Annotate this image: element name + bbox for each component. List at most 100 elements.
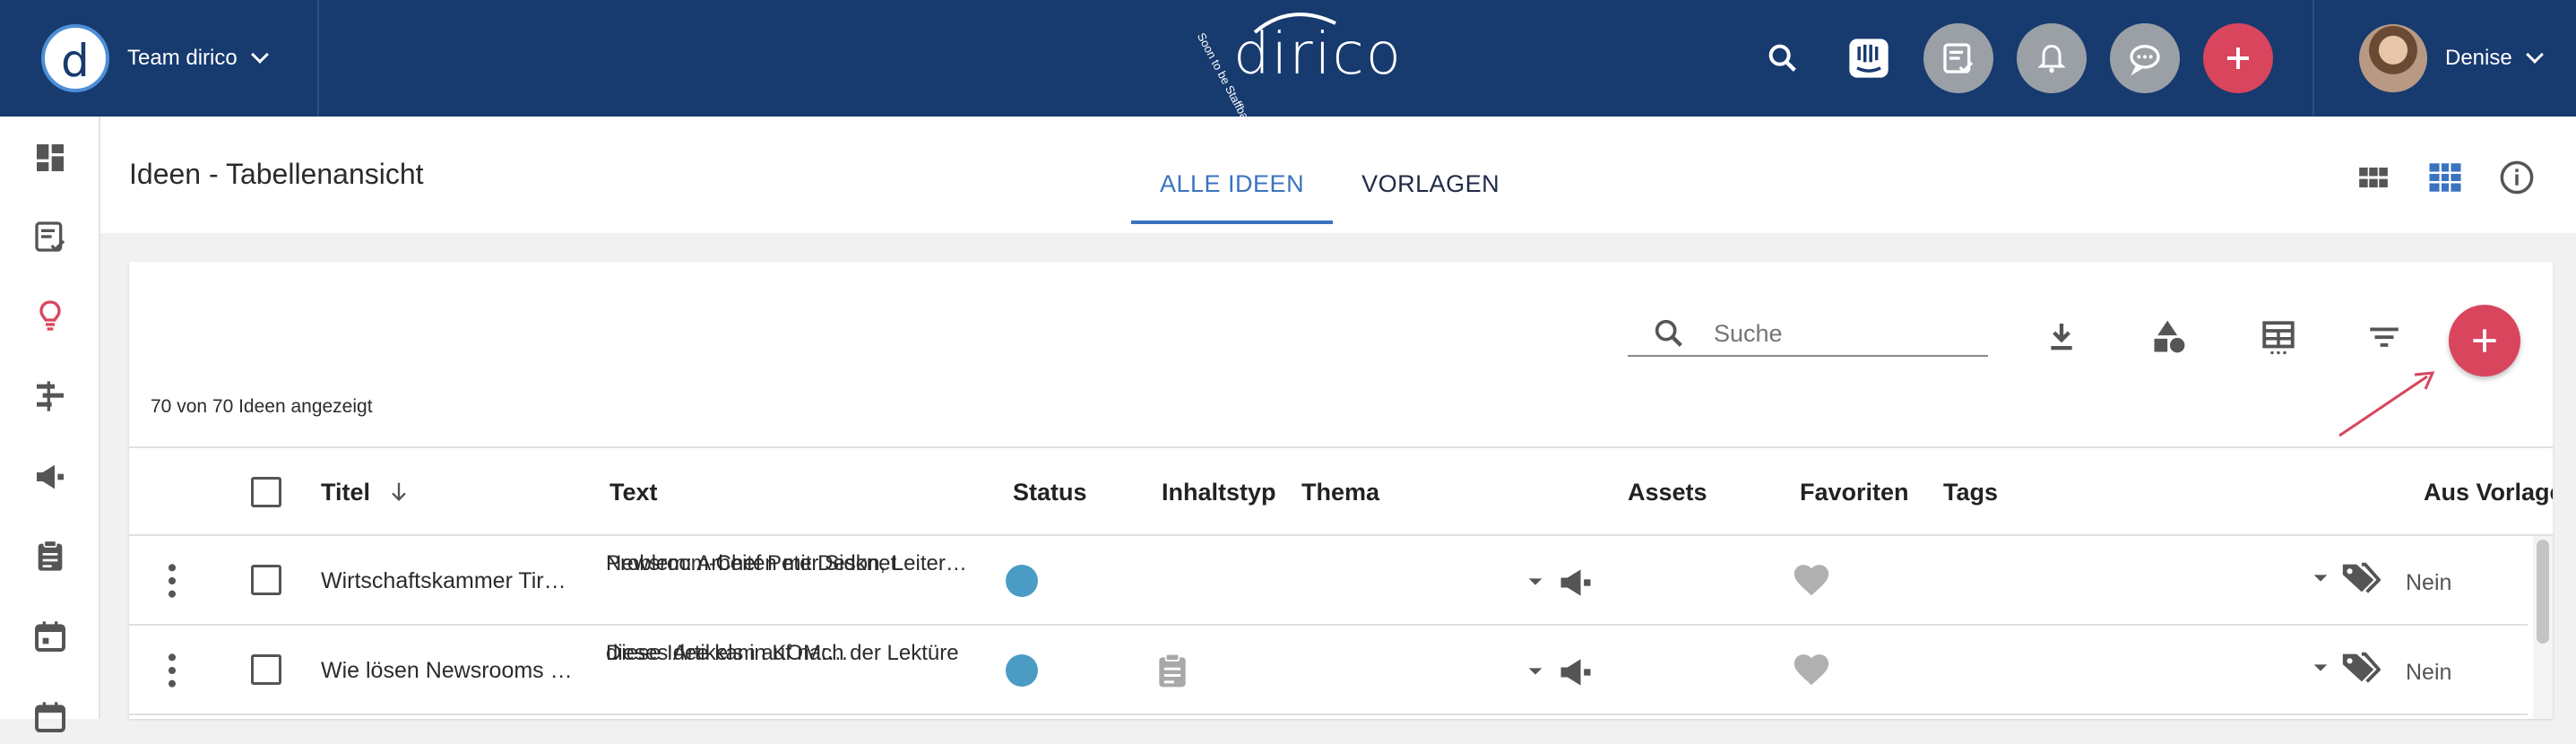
column-header-content-type[interactable]: Inhaltstyp [1162,479,1276,506]
team-switcher[interactable]: d Team dirico [0,0,319,117]
tasks-button[interactable] [1923,23,1993,93]
calendar-icon [35,702,65,732]
arrow-down-icon [391,482,406,501]
row-text-line-2: Newsroom-Chef Peter Sidon, Leiter… [606,551,967,575]
search-input[interactable] [1714,319,1983,348]
brand-name: dirico [1233,22,1403,88]
table-row[interactable]: Wirtschaftskammer Tir… Problem: Arbeiten… [129,536,2528,626]
sidebar-item-ideas[interactable] [0,289,100,342]
result-count: 70 von 70 Ideen angezeigt [151,396,373,417]
annotation-arrow-icon [2338,371,2435,437]
table-header: Titel Text Status Inhaltstyp Thema Asset… [129,446,2553,536]
row-checkbox[interactable] [251,565,281,595]
avatar [2359,24,2427,92]
ideas-table-card: 70 von 70 Ideen angezeigt Titel Text Sta… [129,262,2553,719]
category-button[interactable] [2146,314,2192,360]
row-checkbox[interactable] [251,654,281,685]
calendar-icon [35,621,65,652]
heart-icon[interactable] [1791,559,1832,601]
checklist-icon [1943,43,1974,74]
more-vert-icon[interactable] [163,561,181,601]
column-header-assets[interactable]: Assets [1628,479,1707,506]
dashboard-icon [37,144,64,171]
row-from-template: Nein [2406,660,2452,685]
grid-view-icon [2359,167,2388,188]
page-header: Ideen - Tabellenansicht ALLE IDEEN VORLA… [100,117,2576,233]
chevron-down-icon [250,46,269,64]
add-idea-button[interactable] [2449,305,2520,376]
bell-icon [2037,44,2066,74]
lightbulb-icon [39,300,61,331]
page-title: Ideen - Tabellenansicht [129,158,424,190]
team-name: Team dirico [127,46,238,70]
column-title-label: Titel [321,479,371,506]
intercom-icon [1849,39,1889,78]
scrollbar-thumb[interactable] [2537,540,2549,644]
column-header-favorites[interactable]: Favoriten [1800,479,1909,506]
table-row[interactable]: Wie lösen Newsrooms … Diese Idee kam auf… [129,626,2528,715]
column-header-from-template[interactable]: Aus Vorlage [2424,479,2553,506]
filter-icon [2370,327,2399,347]
brand-logo[interactable]: Soon to be Staffbase dirico [1195,5,1401,133]
search-button[interactable] [1748,23,1818,93]
search-box [1628,312,1988,357]
intercom-button[interactable] [1834,23,1904,93]
row-text-line-2: dieses Artikels in KOM:… [606,641,849,665]
shapes-icon [2154,320,2185,353]
top-bar: d Team dirico Soon to be Staffbase diric… [0,0,2576,133]
sidebar-item-timeline[interactable] [0,369,100,423]
sidebar-item-dashboard[interactable] [0,131,100,185]
filter-button[interactable] [2361,314,2407,360]
grid-view-button[interactable] [2352,156,2395,199]
search-icon [1768,44,1796,72]
download-button[interactable] [2038,314,2085,360]
clipboard-icon [1159,653,1186,688]
user-name: Denise [2445,46,2512,70]
add-icon [2473,329,2496,352]
dropdown-arrow-icon[interactable] [2311,568,2330,588]
row-from-template: Nein [2406,570,2452,595]
status-badge [1006,654,1038,687]
column-header-status[interactable]: Status [1013,479,1087,506]
tags-icon[interactable] [2339,558,2381,599]
column-header-text[interactable]: Text [609,479,658,506]
heart-icon[interactable] [1791,649,1832,690]
create-button[interactable] [2203,23,2273,93]
megaphone-icon [1560,659,1591,686]
row-title: Wirtschaftskammer Tir… [321,568,566,593]
sidebar-item-calendar[interactable] [0,610,100,663]
notifications-button[interactable] [2017,23,2087,93]
tab-all-ideas[interactable]: ALLE IDEEN [1131,161,1334,224]
more-vert-icon[interactable] [163,651,181,690]
row-title: Wie lösen Newsrooms … [321,658,573,683]
user-menu[interactable]: Denise [2312,0,2576,117]
view-tabs: ALLE IDEEN VORLAGEN [1131,161,1528,224]
team-logo: d [41,24,109,92]
tab-templates[interactable]: VORLAGEN [1333,161,1528,224]
status-badge [1006,565,1038,597]
select-all-checkbox[interactable] [251,477,281,507]
sidebar-item-content[interactable] [0,529,100,583]
dropdown-arrow-icon[interactable] [1526,572,1545,592]
search-icon [1655,319,1682,347]
columns-button[interactable] [2255,314,2302,360]
timeline-icon [37,381,64,411]
megaphone-icon [1560,569,1591,596]
sidebar-item-campaigns[interactable] [0,450,100,504]
info-icon [2500,160,2534,195]
sidebar-item-tasks[interactable] [0,210,100,264]
chat-button[interactable] [2110,23,2180,93]
column-header-topic[interactable]: Thema [1301,479,1379,506]
table-view-button[interactable] [2424,156,2467,199]
tasks-icon [35,221,65,252]
download-icon [2051,324,2072,350]
tags-icon[interactable] [2339,647,2381,688]
dropdown-arrow-icon[interactable] [2311,658,2330,678]
sidebar-item-calendar-2[interactable] [0,690,100,744]
info-button[interactable] [2495,156,2538,199]
add-icon [2227,48,2249,69]
dropdown-arrow-icon[interactable] [1526,662,1545,681]
column-header-title[interactable]: Titel [321,479,411,506]
megaphone-icon [37,464,64,489]
column-header-tags[interactable]: Tags [1943,479,1998,506]
